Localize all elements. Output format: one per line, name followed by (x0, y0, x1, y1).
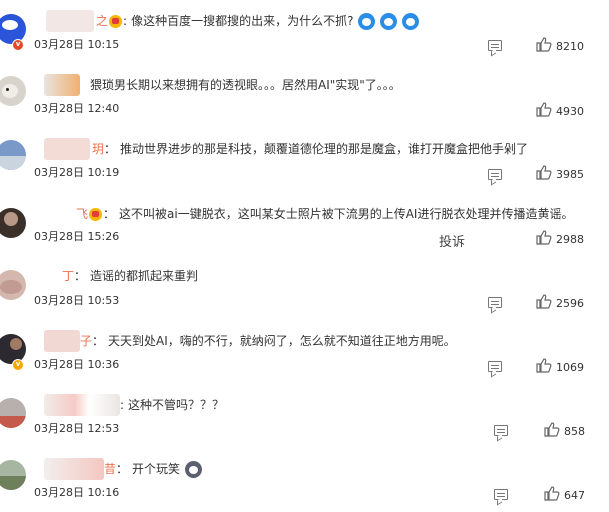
reply-icon[interactable] (488, 361, 502, 372)
username-tail[interactable]: 丁 (62, 267, 74, 285)
avatar[interactable] (0, 398, 26, 428)
like-icon[interactable] (536, 37, 552, 52)
like-count: 858 (564, 425, 585, 438)
laughing-emoji-icon (185, 460, 203, 478)
like-icon[interactable] (536, 165, 552, 180)
comment-line: 猥琐男长期以来想拥有的透视眼。。。居然用AI"实现"了。。。 (90, 76, 401, 94)
like-icon[interactable] (536, 102, 552, 117)
colon: ： (103, 207, 116, 221)
like-count: 2988 (556, 233, 584, 246)
avatar[interactable] (0, 208, 26, 238)
comment-time: 03月28日 10:36 (34, 358, 120, 371)
comment-text: 猥琐男长期以来想拥有的透视眼。。。居然用AI"实现"了。。。 (90, 78, 401, 92)
like-count: 1069 (556, 361, 584, 374)
like-count: 2596 (556, 297, 584, 310)
comment-text: 造谣的都抓起来重判 (90, 269, 199, 283)
username-blurred[interactable] (44, 394, 120, 416)
comment-line: 子 ： 天天到处AI，嗨的不行，就纳闷了，怎么就不知道往正地方用呢。 (80, 332, 456, 350)
colon: : (123, 14, 128, 28)
report-button[interactable]: 投诉 (439, 231, 465, 250)
comment-text: 天天到处AI，嗨的不行，就纳闷了，怎么就不知道往正地方用呢。 (108, 334, 456, 348)
like-count: 3985 (556, 168, 584, 181)
username-tail[interactable]: 玥 (92, 140, 104, 158)
reply-icon[interactable] (488, 169, 502, 180)
comment-time: 03月28日 10:19 (34, 166, 120, 179)
crown-badge-icon (109, 14, 123, 28)
username-tail[interactable]: 飞 (76, 205, 88, 223)
username-blurred[interactable] (46, 10, 94, 32)
comment-text: 这种不管吗？？？ (128, 398, 225, 412)
like-icon[interactable] (536, 294, 552, 309)
comment-item: 猥琐男长期以来想拥有的透视眼。。。居然用AI"实现"了。。。 03月28日 12… (0, 64, 609, 128)
comment-line: 飞 ： 这不叫被ai一键脱衣，这叫某女士照片被下流男的上传AI进行脱衣处理并传播… (76, 205, 573, 223)
avatar[interactable] (0, 270, 26, 300)
doraemon-emoji-icon (358, 12, 376, 30)
username-tail[interactable]: 昔 (104, 460, 116, 478)
username-tail[interactable]: 子 (80, 332, 92, 350)
comment-text: 这不叫被ai一键脱衣，这叫某女士照片被下流男的上传AI进行脱衣处理并传播造黄谣。 (119, 207, 574, 221)
avatar[interactable] (0, 460, 26, 490)
username-blurred[interactable] (44, 74, 80, 96)
comment-item: 丁 ： 造谣的都抓起来重判 03月28日 10:53 2596 (0, 256, 609, 320)
avatar[interactable] (0, 76, 26, 106)
verified-badge-icon: v (12, 39, 24, 51)
comment-time: 03月28日 10:53 (34, 294, 120, 307)
comment-line: 丁 ： 造谣的都抓起来重判 (62, 267, 198, 285)
reply-icon[interactable] (488, 40, 502, 51)
colon: ： (74, 269, 87, 283)
comment-item: v 子 ： 天天到处AI，嗨的不行，就纳闷了，怎么就不知道往正地方用呢。 03月… (0, 320, 609, 384)
like-count: 4930 (556, 105, 584, 118)
comment-item: v 之 : 像这种百度一搜都搜的出来，为什么不抓? 03月28日 10:15 8… (0, 0, 609, 64)
comment-time: 03月28日 12:53 (34, 422, 120, 435)
avatar[interactable] (0, 140, 26, 170)
comment-text: 像这种百度一搜都搜的出来，为什么不抓? (131, 14, 354, 28)
comment-line: : 这种不管吗？？？ (120, 396, 224, 414)
reply-icon[interactable] (494, 425, 508, 436)
like-count: 8210 (556, 40, 584, 53)
comment-item: : 这种不管吗？？？ 03月28日 12:53 858 (0, 384, 609, 448)
comment-item: 飞 ： 这不叫被ai一键脱衣，这叫某女士照片被下流男的上传AI进行脱衣处理并传播… (0, 192, 609, 256)
comment-line: 昔 ： 开个玩笑 (104, 460, 203, 478)
doraemon-emoji-icon (380, 12, 398, 30)
comment-time: 03月28日 12:40 (34, 102, 120, 115)
comment-time: 03月28日 15:26 (34, 230, 120, 243)
verified-badge-icon: v (12, 359, 24, 371)
username-blurred[interactable] (44, 458, 104, 480)
comment-line: 之 : 像这种百度一搜都搜的出来，为什么不抓? (96, 12, 420, 30)
crown-badge-icon (89, 207, 103, 221)
doraemon-emoji-icon (402, 12, 420, 30)
username-tail[interactable]: 之 (96, 12, 108, 30)
username-blurred[interactable] (44, 138, 90, 160)
comment-item: 玥 ： 推动世界进步的那是科技，颠覆道德伦理的那是魔盒，谁打开魔盒把他手剁了 0… (0, 128, 609, 192)
colon: : (120, 398, 125, 412)
username-blurred[interactable] (44, 330, 80, 352)
comment-time: 03月28日 10:16 (34, 486, 120, 499)
comment-text: 开个玩笑 (132, 462, 181, 476)
avatar[interactable] (0, 14, 26, 44)
colon: ： (92, 334, 105, 348)
reply-icon[interactable] (494, 489, 508, 500)
comment-time: 03月28日 10:15 (34, 38, 120, 51)
comment-text: 推动世界进步的那是科技，颠覆道德伦理的那是魔盒，谁打开魔盒把他手剁了 (120, 142, 529, 156)
colon: ： (116, 462, 129, 476)
colon: ： (104, 142, 117, 156)
reply-icon[interactable] (488, 297, 502, 308)
comment-line: 玥 ： 推动世界进步的那是科技，颠覆道德伦理的那是魔盒，谁打开魔盒把他手剁了 (92, 140, 528, 158)
like-icon[interactable] (544, 422, 560, 437)
like-icon[interactable] (544, 486, 560, 501)
like-icon[interactable] (536, 358, 552, 373)
like-count: 647 (564, 489, 585, 502)
avatar[interactable] (0, 334, 26, 364)
comment-item: 昔 ： 开个玩笑 03月28日 10:16 647 (0, 448, 609, 512)
like-icon[interactable] (536, 230, 552, 245)
